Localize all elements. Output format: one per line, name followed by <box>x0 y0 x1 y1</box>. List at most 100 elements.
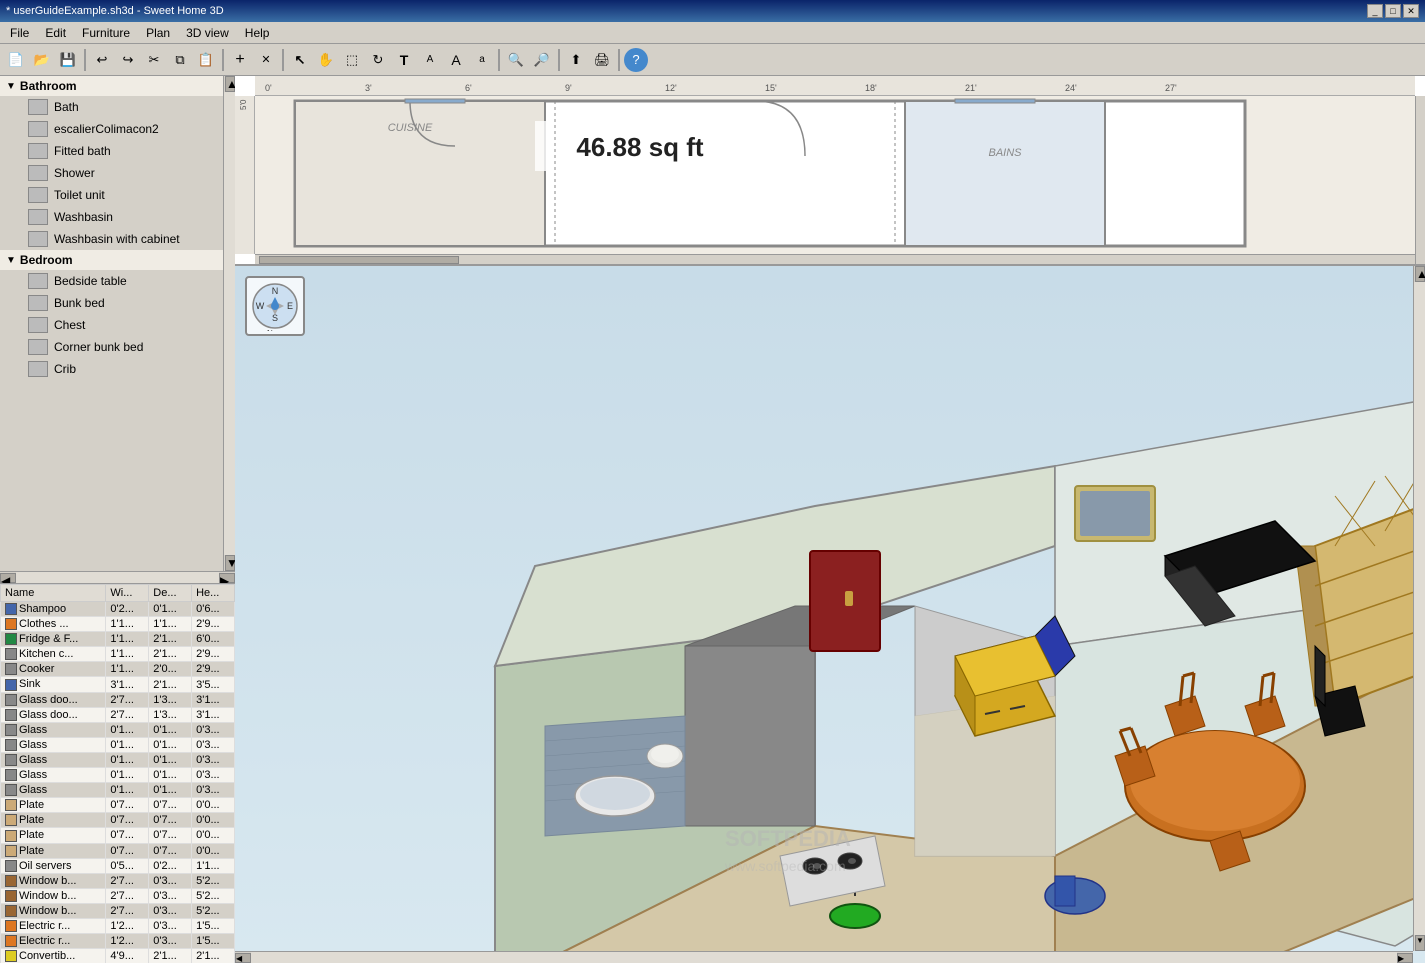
tree-item-washbasin-cabinet[interactable]: Washbasin with cabinet <box>0 228 223 250</box>
open-button[interactable]: 📂 <box>30 48 54 72</box>
select-area-button[interactable]: ⬚ <box>340 48 364 72</box>
col-height[interactable]: He... <box>192 585 235 602</box>
pan-button[interactable]: ✋ <box>314 48 338 72</box>
table-row[interactable]: Shampoo 0'2... 0'1... 0'6... <box>1 602 235 617</box>
escalier-label: escalierColimacon2 <box>54 122 159 136</box>
cut-button[interactable]: ✂ <box>142 48 166 72</box>
col-depth[interactable]: De... <box>149 585 192 602</box>
table-row[interactable]: Glass 0'1... 0'1... 0'3... <box>1 737 235 752</box>
3d-scroll-down[interactable]: ▼ <box>1415 935 1425 951</box>
plan-area[interactable]: 0' 3' 6' 9' 12' 15' 18' 21' 24' 27' 5'0 <box>235 76 1425 266</box>
table-row[interactable]: Kitchen c... 1'1... 2'1... 2'9... <box>1 647 235 662</box>
table-row[interactable]: Electric r... 1'2... 0'3... 1'5... <box>1 918 235 933</box>
text-style-button[interactable]: A <box>418 48 442 72</box>
print-button[interactable]: 🖨 <box>590 48 614 72</box>
tree-item-bedside[interactable]: Bedside table <box>0 270 223 292</box>
menu-file[interactable]: File <box>4 24 35 42</box>
new-button[interactable]: 📄 <box>4 48 28 72</box>
zoom-in-button[interactable]: 🔍 <box>504 48 528 72</box>
tree-scroll-left[interactable]: ◀ <box>0 573 16 583</box>
text-button[interactable]: T <box>392 48 416 72</box>
3d-view[interactable]: N S W E New Pointer <box>235 266 1425 963</box>
maximize-btn[interactable]: □ <box>1385 4 1401 18</box>
export-button[interactable]: ⬆ <box>564 48 588 72</box>
save-button[interactable]: 💾 <box>56 48 80 72</box>
tree-hscrollbar[interactable]: ◀ ▶ <box>0 571 235 583</box>
table-row[interactable]: Window b... 2'7... 0'3... 5'2... <box>1 873 235 888</box>
table-row[interactable]: Convertib... 4'9... 2'1... 2'1... <box>1 949 235 963</box>
table-row[interactable]: Plate 0'7... 0'7... 0'0... <box>1 828 235 843</box>
tree-hscroll-track[interactable] <box>16 572 219 583</box>
titlebar-controls[interactable]: _ □ ✕ <box>1367 4 1419 18</box>
close-btn[interactable]: ✕ <box>1403 4 1419 18</box>
3d-hscroll-track[interactable] <box>251 952 1397 963</box>
navigation-compass[interactable]: N S W E New Pointer <box>245 276 305 336</box>
col-name[interactable]: Name <box>1 585 106 602</box>
redo-button[interactable]: ↪ <box>116 48 140 72</box>
table-row[interactable]: Clothes ... 1'1... 1'1... 2'9... <box>1 617 235 632</box>
3d-scroll-track[interactable] <box>1414 282 1425 935</box>
tree-item-chest[interactable]: Chest <box>0 314 223 336</box>
table-row[interactable]: Glass 0'1... 0'1... 0'3... <box>1 752 235 767</box>
rotate-button[interactable]: ↻ <box>366 48 390 72</box>
tree-item-fittedbath[interactable]: Fitted bath <box>0 140 223 162</box>
table-row[interactable]: Sink 3'1... 2'1... 3'5... <box>1 677 235 692</box>
table-row[interactable]: Glass doo... 2'7... 1'3... 3'1... <box>1 692 235 707</box>
help-button[interactable]: ? <box>624 48 648 72</box>
menu-3dview[interactable]: 3D view <box>180 24 235 42</box>
undo-button[interactable]: ↩ <box>90 48 114 72</box>
table-row[interactable]: Plate 0'7... 0'7... 0'0... <box>1 843 235 858</box>
table-row[interactable]: Window b... 2'7... 0'3... 5'2... <box>1 888 235 903</box>
3d-hscrollbar[interactable]: ◀ ▶ <box>235 951 1413 963</box>
table-row[interactable]: Glass doo... 2'7... 1'3... 3'1... <box>1 707 235 722</box>
menu-plan[interactable]: Plan <box>140 24 176 42</box>
tree-scroll-track[interactable] <box>224 92 235 555</box>
tree-item-crib[interactable]: Crib <box>0 358 223 380</box>
menu-furniture[interactable]: Furniture <box>76 24 136 42</box>
table-row[interactable]: Plate 0'7... 0'7... 0'0... <box>1 813 235 828</box>
tree-item-cornerbunk[interactable]: Corner bunk bed <box>0 336 223 358</box>
tree-scroll-down[interactable]: ▼ <box>225 555 235 571</box>
table-row[interactable]: Electric r... 1'2... 0'3... 1'5... <box>1 934 235 949</box>
tree-item-bunkbed[interactable]: Bunk bed <box>0 292 223 314</box>
plan-hscrollbar[interactable] <box>255 254 1415 264</box>
3d-hscroll-right[interactable]: ▶ <box>1397 953 1413 963</box>
tree-item-escalier[interactable]: escalierColimacon2 <box>0 118 223 140</box>
tree-item-shower[interactable]: Shower <box>0 162 223 184</box>
3d-vscrollbar[interactable]: ▲ ▼ <box>1413 266 1425 951</box>
table-row[interactable]: Glass 0'1... 0'1... 0'3... <box>1 783 235 798</box>
tree-item-bath[interactable]: Bath <box>0 96 223 118</box>
table-row[interactable]: Oil servers 0'5... 0'2... 1'1... <box>1 858 235 873</box>
plan-vscrollbar[interactable] <box>1415 96 1425 264</box>
minimize-btn[interactable]: _ <box>1367 4 1383 18</box>
col-width[interactable]: Wi... <box>106 585 149 602</box>
copy-button[interactable]: ⧉ <box>168 48 192 72</box>
table-row[interactable]: Window b... 2'7... 0'3... 5'2... <box>1 903 235 918</box>
menu-edit[interactable]: Edit <box>39 24 72 42</box>
category-bedroom[interactable]: ▼ Bedroom <box>0 250 223 270</box>
category-bathroom[interactable]: ▼ Bathroom <box>0 76 223 96</box>
smaller-text-button[interactable]: a <box>470 48 494 72</box>
table-row[interactable]: Glass 0'1... 0'1... 0'3... <box>1 722 235 737</box>
table-row[interactable]: Plate 0'7... 0'7... 0'0... <box>1 798 235 813</box>
plan-canvas[interactable]: CUISINE 46.88 sq ft BAINS <box>255 96 1415 254</box>
cell-name: Window b... <box>1 903 106 918</box>
table-row[interactable]: Cooker 1'1... 2'0... 2'9... <box>1 662 235 677</box>
tree-vscrollbar[interactable]: ▲ ▼ <box>223 76 235 571</box>
menu-help[interactable]: Help <box>239 24 276 42</box>
zoom-out-button[interactable]: 🔎 <box>530 48 554 72</box>
tree-scroll-right[interactable]: ▶ <box>219 573 235 583</box>
plan-hscroll-thumb[interactable] <box>259 256 459 264</box>
table-row[interactable]: Glass 0'1... 0'1... 0'3... <box>1 768 235 783</box>
tree-item-toilet[interactable]: Toilet unit <box>0 184 223 206</box>
pointer-button[interactable]: ↖ <box>288 48 312 72</box>
delete-button[interactable]: ✕ <box>254 48 278 72</box>
bigger-text-button[interactable]: A <box>444 48 468 72</box>
paste-button[interactable]: 📋 <box>194 48 218 72</box>
table-row[interactable]: Fridge & F... 1'1... 2'1... 6'0... <box>1 632 235 647</box>
tree-item-washbasin[interactable]: Washbasin <box>0 206 223 228</box>
tree-scroll-up[interactable]: ▲ <box>225 76 235 92</box>
add-furniture-button[interactable]: + <box>228 48 252 72</box>
3d-scroll-up[interactable]: ▲ <box>1415 266 1425 282</box>
3d-hscroll-left[interactable]: ◀ <box>235 953 251 963</box>
